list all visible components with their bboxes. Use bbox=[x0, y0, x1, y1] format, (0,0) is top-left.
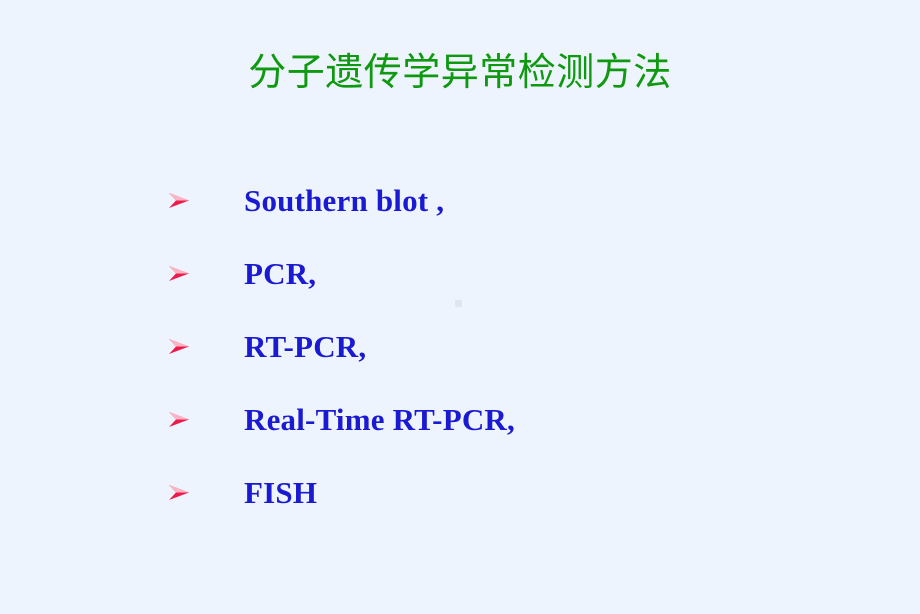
presentation-slide: 分子遗传学异常检测方法 Southern blot , PCR, RT-PCR,… bbox=[0, 0, 920, 614]
list-item[interactable]: FISH bbox=[160, 472, 860, 545]
list-item[interactable]: Southern blot , bbox=[160, 180, 860, 253]
list-item[interactable]: PCR, bbox=[160, 253, 860, 326]
list-item-label: PCR, bbox=[244, 256, 317, 291]
list-item-label: Real-Time RT-PCR, bbox=[244, 402, 515, 437]
slide-title: 分子遗传学异常检测方法 bbox=[248, 50, 672, 94]
arrowhead-bullet-icon bbox=[166, 480, 192, 506]
list-item-label: FISH bbox=[244, 475, 318, 510]
arrowhead-bullet-icon bbox=[166, 261, 192, 287]
stray-artifact bbox=[455, 300, 462, 307]
arrowhead-bullet-icon bbox=[166, 334, 192, 360]
arrowhead-bullet-icon bbox=[166, 407, 192, 433]
list-item-label: Southern blot , bbox=[244, 183, 445, 218]
list-item[interactable]: Real-Time RT-PCR, bbox=[160, 399, 860, 472]
list-item[interactable]: RT-PCR, bbox=[160, 326, 860, 399]
bullet-list: Southern blot , PCR, RT-PCR, Real-Time R… bbox=[160, 180, 860, 545]
list-item-label: RT-PCR, bbox=[244, 329, 367, 364]
arrowhead-bullet-icon bbox=[166, 188, 192, 214]
